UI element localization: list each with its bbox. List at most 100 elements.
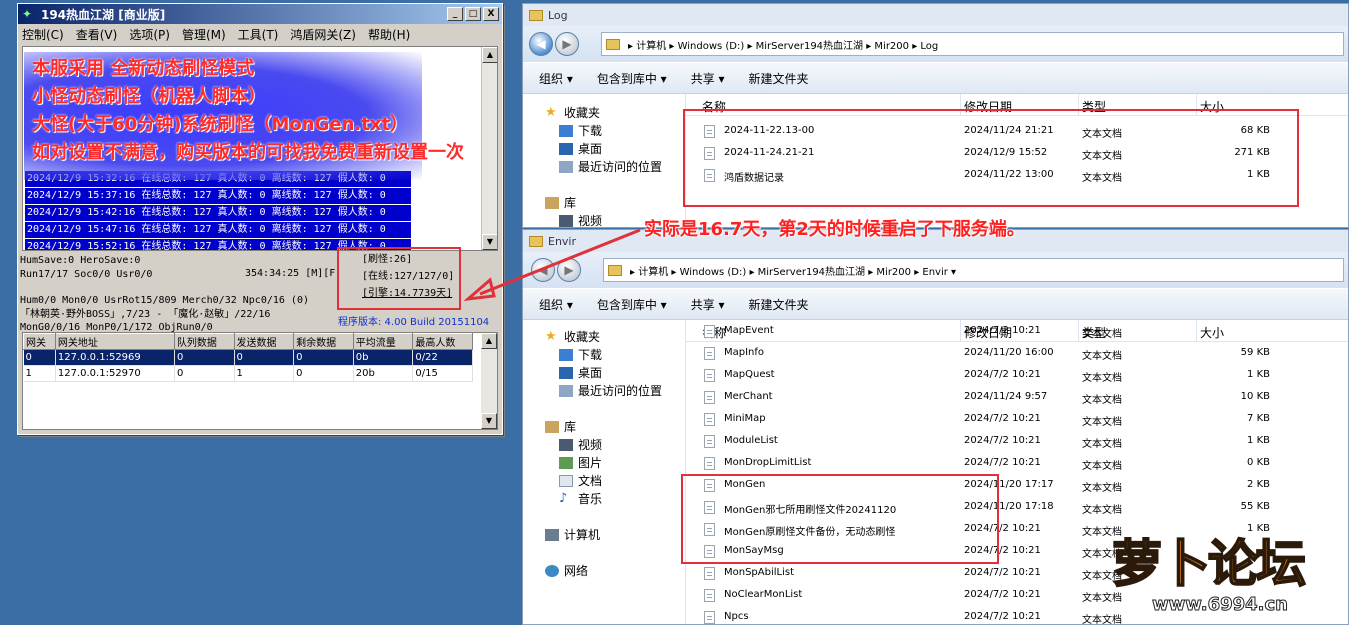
col-gate[interactable]: 网关 (23, 333, 56, 350)
minimize-button[interactable]: _ (447, 7, 463, 21)
table-cell: 20b (353, 365, 414, 382)
file-size: 1 KB (1247, 369, 1270, 380)
nav-recent[interactable]: 最近访问的位置 (559, 382, 662, 399)
scroll-up-icon[interactable]: ▲ (482, 47, 497, 63)
file-row[interactable]: MiniMap 2024/7/2 10:21 文本文档 7 KB (686, 409, 1348, 431)
table-row[interactable]: 0 127.0.0.1:52969 0 0 0 0b 0/22 (23, 349, 473, 366)
file-type: 文本文档 (1082, 417, 1122, 428)
menu-tools[interactable]: 工具(T) (238, 26, 279, 43)
menu-control[interactable]: 控制(C) (22, 26, 64, 43)
col-avg-traffic[interactable]: 平均流量 (352, 333, 414, 350)
file-size: 7 KB (1247, 413, 1270, 424)
nav-downloads[interactable]: 下载 (559, 346, 602, 363)
nav-computer[interactable]: 计算机 (545, 526, 600, 543)
text-file-icon (704, 369, 715, 382)
nav-favorites[interactable]: ★ 收藏夹 (545, 104, 600, 121)
download-icon (559, 348, 573, 361)
library-icon (545, 196, 559, 209)
table-cell: 0 (234, 349, 295, 366)
col-remain[interactable]: 剩余数据 (293, 333, 354, 350)
file-date: 2024/11/24 9:57 (964, 391, 1048, 402)
file-name: MonDropLimitList (724, 457, 812, 468)
nav-label: 计算机 (564, 528, 601, 542)
explorer-toolbar: 组织 ▾ 包含到库中 ▾ 共享 ▾ 新建文件夹 (523, 62, 1348, 94)
menu-view[interactable]: 查看(V) (76, 26, 118, 43)
file-type: 文本文档 (1082, 351, 1122, 362)
menu-manage[interactable]: 管理(M) (182, 26, 226, 43)
address-bar[interactable]: ▸ 计算机 ▸ Windows (D:) ▸ MirServer194热血江湖 … (603, 258, 1344, 282)
back-button[interactable]: ◀ (529, 32, 553, 56)
nav-label: 文档 (578, 474, 603, 488)
breadcrumb: ▸ 计算机 ▸ Windows (D:) ▸ MirServer194热血江湖 … (628, 40, 939, 52)
log-window-title: Log (548, 8, 568, 22)
nav-favorites[interactable]: ★ 收藏夹 (545, 328, 600, 345)
maximize-button[interactable]: □ (465, 7, 481, 21)
star-icon: ★ (545, 104, 557, 120)
table-cell: 0/22 (412, 349, 473, 366)
menu-help[interactable]: 帮助(H) (368, 26, 410, 43)
file-row[interactable]: MonDropLimitList 2024/7/2 10:21 文本文档 0 KB (686, 453, 1348, 475)
log-scrollbar[interactable]: ▲ ▼ (481, 47, 497, 250)
scroll-up-icon[interactable]: ▲ (481, 333, 497, 349)
nav-pictures[interactable]: 图片 (559, 454, 602, 471)
file-row[interactable]: MapEvent 2024/7/2 10:21 文本文档 (686, 321, 1348, 343)
col-queue[interactable]: 队列数据 (173, 333, 235, 350)
watermark-url: www.6994.cn (1152, 594, 1289, 616)
table-scrollbar[interactable]: ▲ ▼ (481, 333, 497, 429)
new-folder-button[interactable]: 新建文件夹 (749, 296, 809, 313)
file-row[interactable]: ModuleList 2024/7/2 10:21 文本文档 1 KB (686, 431, 1348, 453)
new-folder-button[interactable]: 新建文件夹 (749, 70, 809, 87)
forward-button[interactable]: ▶ (555, 32, 579, 56)
file-name: ModuleList (724, 435, 778, 446)
folder-icon (606, 38, 620, 50)
col-sent[interactable]: 发送数据 (233, 333, 295, 350)
nav-libraries[interactable]: 库 (545, 418, 576, 435)
close-button[interactable]: X (483, 7, 499, 21)
nav-libraries[interactable]: 库 (545, 194, 576, 211)
nav-label: 最近访问的位置 (578, 160, 663, 174)
scroll-down-icon[interactable]: ▼ (481, 413, 497, 429)
organize-button[interactable]: 组织 ▾ (539, 70, 573, 87)
include-library-button[interactable]: 包含到库中 ▾ (597, 70, 667, 87)
nav-label: 网络 (564, 564, 589, 578)
menu-options[interactable]: 选项(P) (129, 26, 170, 43)
star-icon: ★ (545, 328, 557, 344)
table-cell: 0/15 (412, 365, 473, 382)
file-name: MapQuest (724, 369, 775, 380)
nav-recent[interactable]: 最近访问的位置 (559, 158, 662, 175)
col-max-users[interactable]: 最高人数 (412, 333, 473, 350)
app-icon: ✦ (22, 7, 33, 21)
file-row[interactable]: MerChant 2024/11/24 9:57 文本文档 10 KB (686, 387, 1348, 409)
runtime: 354:34:25 [M][F] (245, 268, 342, 279)
nav-desktop[interactable]: 桌面 (559, 364, 602, 381)
nav-network[interactable]: 网络 (545, 562, 588, 579)
file-size: 10 KB (1240, 391, 1270, 402)
share-button[interactable]: 共享 ▾ (691, 70, 725, 87)
col-address[interactable]: 网关地址 (54, 333, 175, 350)
address-bar[interactable]: ▸ 计算机 ▸ Windows (D:) ▸ MirServer194热血江湖 … (601, 32, 1344, 56)
nav-music[interactable]: ♪ 音乐 (559, 490, 602, 507)
file-row[interactable]: MapInfo 2024/11/20 16:00 文本文档 59 KB (686, 343, 1348, 365)
table-cell: 0b (353, 349, 414, 366)
share-button[interactable]: 共享 ▾ (691, 296, 725, 313)
file-date: 2024/7/2 10:21 (964, 435, 1041, 446)
nav-videos[interactable]: 视频 (559, 436, 602, 453)
file-date: 2024/7/2 10:21 (964, 611, 1041, 622)
text-file-icon (704, 611, 715, 624)
file-row[interactable]: MapQuest 2024/7/2 10:21 文本文档 1 KB (686, 365, 1348, 387)
promo-line: 小怪动态刷怪（机器人脚本） (32, 86, 266, 107)
table-row[interactable]: 1 127.0.0.1:52970 0 1 0 20b 0/15 (23, 365, 473, 382)
nav-label: 最近访问的位置 (578, 384, 663, 398)
nav-desktop[interactable]: 桌面 (559, 140, 602, 157)
highlight-box-mongen-files (681, 474, 999, 564)
folder-icon (529, 9, 543, 21)
file-name: MonSpAbilList (724, 567, 795, 578)
menu-gateway[interactable]: 鸿盾网关(Z) (290, 26, 356, 43)
nav-downloads[interactable]: 下载 (559, 122, 602, 139)
text-file-icon (704, 325, 715, 338)
nav-documents[interactable]: 文档 (559, 472, 602, 489)
file-date: 2024/11/20 16:00 (964, 347, 1054, 358)
file-name: NoClearMonList (724, 589, 803, 600)
nav-label: 下载 (578, 124, 603, 138)
file-size: 0 KB (1247, 457, 1270, 468)
